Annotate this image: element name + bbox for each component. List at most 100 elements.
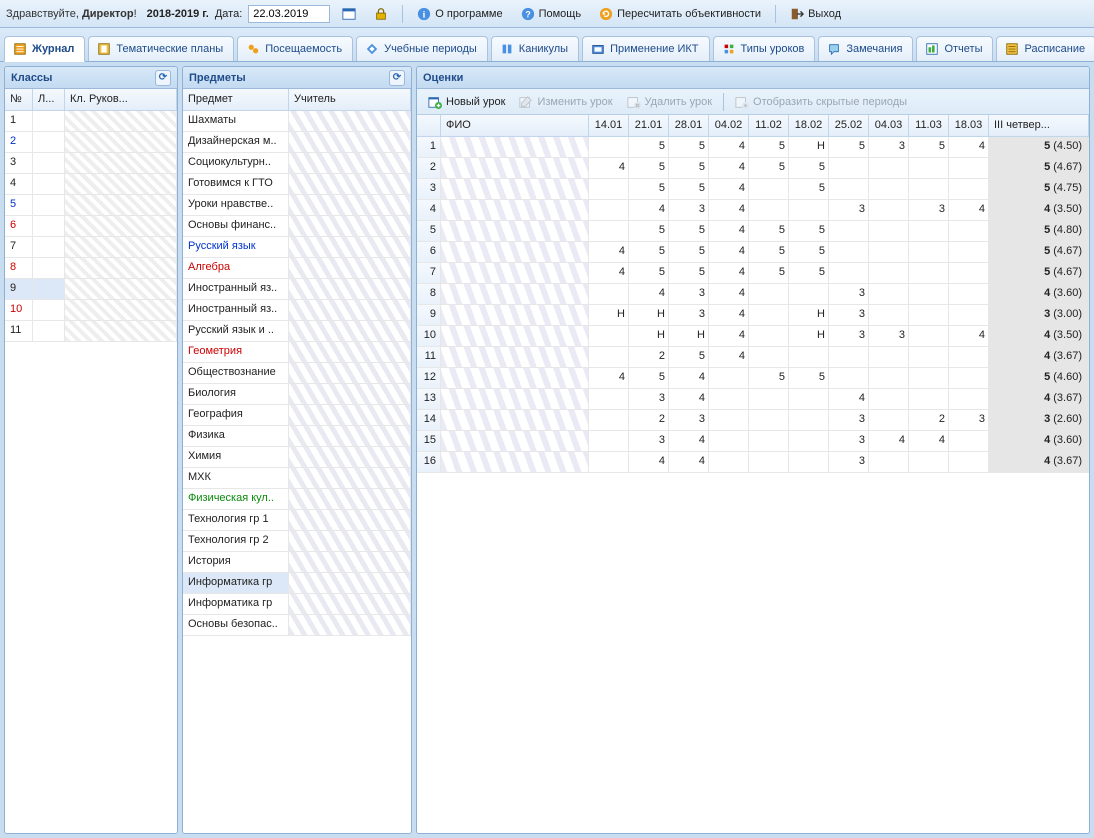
grade-cell[interactable] [829, 242, 869, 262]
grade-cell[interactable]: Н [669, 326, 709, 346]
grade-cell[interactable]: 3 [669, 200, 709, 220]
grade-cell[interactable]: 4 [629, 284, 669, 304]
student-row[interactable]: 74554555 (4.67) [417, 263, 1089, 284]
grade-cell[interactable]: 5 [749, 221, 789, 241]
grade-cell[interactable] [589, 452, 629, 472]
tab-тематические-планы[interactable]: Тематические планы [88, 36, 234, 61]
grade-cell[interactable]: 4 [589, 242, 629, 262]
grade-cell[interactable] [869, 158, 909, 178]
col-rownum[interactable] [417, 115, 441, 136]
class-row[interactable]: 5 [5, 195, 177, 216]
grade-cell[interactable]: 5 [789, 263, 829, 283]
grade-cell[interactable]: 4 [709, 137, 749, 157]
grade-cell[interactable]: 5 [669, 242, 709, 262]
grade-cell[interactable]: 4 [709, 242, 749, 262]
grade-cell[interactable] [949, 431, 989, 451]
grade-cell[interactable] [949, 221, 989, 241]
grade-cell[interactable] [709, 368, 749, 388]
grade-cell[interactable]: 5 [749, 263, 789, 283]
subject-row[interactable]: География [183, 405, 411, 426]
tab-отчеты[interactable]: Отчеты [916, 36, 993, 61]
grade-cell[interactable]: 4 [669, 368, 709, 388]
grade-cell[interactable]: Н [789, 137, 829, 157]
grade-cell[interactable]: 3 [949, 410, 989, 430]
tab-каникулы[interactable]: Каникулы [491, 36, 579, 61]
grade-cell[interactable]: 5 [909, 137, 949, 157]
student-row[interactable]: 164434 (3.67) [417, 452, 1089, 473]
grade-cell[interactable]: 4 [669, 452, 709, 472]
grade-cell[interactable] [829, 221, 869, 241]
grade-cell[interactable] [869, 179, 909, 199]
grade-cell[interactable]: 2 [909, 410, 949, 430]
grade-cell[interactable]: 4 [629, 452, 669, 472]
grade-cell[interactable] [949, 347, 989, 367]
grade-cell[interactable] [869, 221, 909, 241]
grade-cell[interactable]: 5 [629, 242, 669, 262]
grade-cell[interactable]: Н [629, 305, 669, 325]
grade-cell[interactable]: 5 [789, 368, 829, 388]
grade-cell[interactable]: 3 [669, 410, 709, 430]
lock-icon[interactable] [368, 5, 394, 23]
subject-row[interactable]: Основы безопас.. [183, 615, 411, 636]
subject-row[interactable]: Информатика гр [183, 594, 411, 615]
grade-cell[interactable]: 3 [829, 410, 869, 430]
col-letter[interactable]: Л... [33, 89, 65, 110]
grade-cell[interactable]: 4 [909, 431, 949, 451]
tab-расписание[interactable]: Расписание [996, 36, 1094, 61]
class-row[interactable]: 8 [5, 258, 177, 279]
grade-cell[interactable] [909, 305, 949, 325]
student-row[interactable]: 9НН34Н33 (3.00) [417, 305, 1089, 326]
grade-cell[interactable] [909, 242, 949, 262]
tab-учебные-периоды[interactable]: Учебные периоды [356, 36, 488, 61]
grade-cell[interactable]: 4 [949, 200, 989, 220]
grade-cell[interactable]: 5 [669, 179, 709, 199]
subject-row[interactable]: Биология [183, 384, 411, 405]
grade-cell[interactable]: 5 [789, 158, 829, 178]
student-row[interactable]: 64554555 (4.67) [417, 242, 1089, 263]
about-button[interactable]: i О программе [411, 5, 508, 23]
grade-cell[interactable] [589, 410, 629, 430]
grade-cell[interactable] [909, 179, 949, 199]
subject-row[interactable]: Иностранный яз.. [183, 279, 411, 300]
grade-cell[interactable] [869, 305, 909, 325]
grade-cell[interactable] [589, 200, 629, 220]
grade-cell[interactable] [709, 410, 749, 430]
col-date[interactable]: 11.03 [909, 115, 949, 136]
grade-cell[interactable]: Н [789, 326, 829, 346]
grade-cell[interactable] [589, 347, 629, 367]
new-lesson-button[interactable]: Новый урок [423, 93, 510, 111]
col-date[interactable]: 04.02 [709, 115, 749, 136]
grade-cell[interactable] [589, 284, 629, 304]
grade-cell[interactable] [869, 389, 909, 409]
grade-cell[interactable] [949, 389, 989, 409]
grade-cell[interactable]: 4 [669, 389, 709, 409]
grade-cell[interactable] [589, 431, 629, 451]
grade-cell[interactable]: 5 [629, 158, 669, 178]
grade-cell[interactable] [869, 263, 909, 283]
col-date[interactable]: 18.03 [949, 115, 989, 136]
grade-cell[interactable]: Н [589, 305, 629, 325]
grade-cell[interactable]: 5 [829, 137, 869, 157]
grade-cell[interactable]: 4 [709, 158, 749, 178]
subject-row[interactable]: МХК [183, 468, 411, 489]
grade-cell[interactable]: 3 [829, 305, 869, 325]
student-row[interactable]: 15343444 (3.60) [417, 431, 1089, 452]
grade-cell[interactable]: 4 [709, 326, 749, 346]
grade-cell[interactable] [589, 389, 629, 409]
grade-cell[interactable]: 4 [829, 389, 869, 409]
subject-row[interactable]: Русский язык и .. [183, 321, 411, 342]
student-row[interactable]: 112544 (3.67) [417, 347, 1089, 368]
grade-cell[interactable] [829, 263, 869, 283]
student-row[interactable]: 10НН4Н3344 (3.50) [417, 326, 1089, 347]
grade-cell[interactable]: 4 [709, 179, 749, 199]
grade-cell[interactable]: 5 [789, 221, 829, 241]
grade-cell[interactable] [749, 284, 789, 304]
grade-cell[interactable]: 4 [589, 368, 629, 388]
date-input[interactable] [248, 5, 330, 23]
grade-cell[interactable] [789, 284, 829, 304]
student-row[interactable]: 5554555 (4.80) [417, 221, 1089, 242]
grade-cell[interactable]: 4 [709, 284, 749, 304]
grade-cell[interactable]: 5 [669, 137, 709, 157]
grade-cell[interactable] [589, 137, 629, 157]
col-subject[interactable]: Предмет [183, 89, 289, 110]
